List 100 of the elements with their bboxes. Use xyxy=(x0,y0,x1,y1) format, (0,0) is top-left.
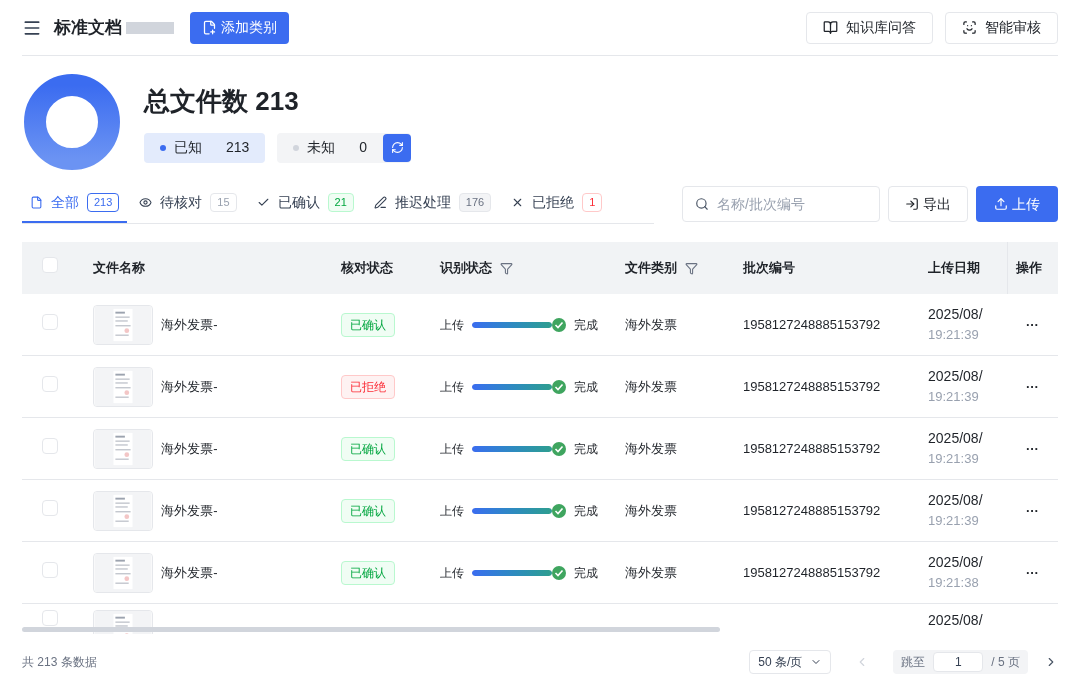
book-icon xyxy=(823,20,838,35)
filter-tab[interactable]: 待核对 15 xyxy=(131,184,245,223)
more-button[interactable]: ··· xyxy=(1025,562,1039,583)
refresh-button[interactable] xyxy=(383,133,412,162)
file-name[interactable]: 海外发票- xyxy=(161,376,218,397)
filter-tab[interactable]: 全部 213 xyxy=(22,184,128,223)
page-size-select[interactable]: 50 条/页 xyxy=(749,650,832,674)
file-name[interactable]: 海外发票- xyxy=(161,314,218,335)
tab-icon xyxy=(373,196,387,209)
upload-date: 2025/08/ xyxy=(928,611,984,630)
search-box[interactable]: 名称/批次编号 xyxy=(682,186,880,222)
column-header: 文件名称 xyxy=(93,259,146,278)
checkbox[interactable] xyxy=(42,375,58,392)
filter-icon[interactable] xyxy=(499,261,513,275)
file-category: 海外发票 xyxy=(624,440,677,456)
upload-date: 2025/08/ xyxy=(928,491,984,511)
batch-number: 1958127248885153792 xyxy=(742,564,881,580)
batch-number: 1958127248885153792 xyxy=(742,378,881,394)
recognition-end: 完成 xyxy=(573,440,598,458)
file-category: 海外发票 xyxy=(624,502,677,518)
upload-button[interactable]: 上传 xyxy=(976,186,1058,222)
review-status: 已拒绝 xyxy=(341,374,396,399)
file-name[interactable]: 海外发票- xyxy=(161,562,218,583)
upload-date: 2025/08/ xyxy=(928,367,984,387)
scrollbar[interactable] xyxy=(22,627,720,632)
tab-count: 176 xyxy=(458,193,492,212)
column-header: 核对状态 xyxy=(341,259,394,278)
checkbox[interactable] xyxy=(42,257,58,274)
upload-time: 19:21:39 xyxy=(928,326,980,345)
recognition-start: 上传 xyxy=(439,502,464,520)
column-header: 操作 xyxy=(1015,259,1042,278)
recognition-end: 完成 xyxy=(573,502,598,520)
review-status: 已确认 xyxy=(341,498,396,523)
page-title: 标准文档 xyxy=(54,16,122,39)
action-button[interactable]: 知识库问答 xyxy=(806,11,933,44)
action-button[interactable]: 智能审核 xyxy=(945,11,1058,44)
upload-time: 19:21:39 xyxy=(928,388,980,407)
tab-icon xyxy=(256,196,270,209)
review-status: 已确认 xyxy=(341,436,396,461)
checkbox[interactable] xyxy=(42,313,58,330)
tab-count: 15 xyxy=(210,193,237,212)
tab-count: 213 xyxy=(87,193,120,212)
scan-icon xyxy=(962,20,977,35)
batch-number: 1958127248885153792 xyxy=(742,502,881,518)
upload-time: 19:21:38 xyxy=(928,574,980,593)
tab-icon xyxy=(139,196,153,209)
recognition-start: 上传 xyxy=(439,316,464,334)
total-files-heading: 总文件数 213 xyxy=(144,84,300,118)
checkbox[interactable] xyxy=(42,437,58,454)
tab-count: 1 xyxy=(582,193,603,212)
file-name[interactable]: 海外发票- xyxy=(161,500,218,521)
upload-icon xyxy=(994,197,1008,211)
more-button[interactable]: ··· xyxy=(1025,376,1039,397)
search-field[interactable]: 名称/批次编号 xyxy=(716,193,867,215)
upload-date: 2025/08/ xyxy=(928,429,984,449)
checkbox[interactable] xyxy=(42,610,58,626)
check-icon xyxy=(551,565,566,580)
known-count: 213 xyxy=(226,138,250,157)
batch-number: 1958127248885153792 xyxy=(742,316,881,332)
column-header: 识别状态 xyxy=(439,259,492,278)
unknown-label: 未知 xyxy=(307,138,336,157)
check-icon xyxy=(551,441,566,456)
filter-icon[interactable] xyxy=(684,261,698,275)
upload-date: 2025/08/ xyxy=(928,305,984,325)
check-icon xyxy=(551,379,566,394)
review-status: 已确认 xyxy=(341,312,396,337)
checkbox[interactable] xyxy=(42,561,58,578)
filter-tab[interactable]: 已拒绝 1 xyxy=(503,184,611,223)
more-button[interactable]: ··· xyxy=(1025,314,1039,335)
refresh-icon xyxy=(390,141,404,154)
file-category: 海外发票 xyxy=(624,564,677,580)
recognition-start: 上传 xyxy=(439,440,464,458)
upload-time: 19:21:39 xyxy=(928,450,980,469)
upload-time: 19:21:39 xyxy=(928,512,980,531)
filter-tab[interactable]: 已确认 21 xyxy=(248,184,362,223)
more-button[interactable]: ··· xyxy=(1025,438,1039,459)
export-button[interactable]: 导出 xyxy=(888,186,968,222)
filter-tab[interactable]: 推迟处理 176 xyxy=(365,184,500,223)
redacted-block xyxy=(126,21,174,34)
total-count: 共 213 条数据 xyxy=(22,654,97,671)
checkbox[interactable] xyxy=(42,499,58,516)
recognition-start: 上传 xyxy=(439,564,464,582)
column-header: 批次编号 xyxy=(742,259,795,278)
page-input[interactable]: 1 xyxy=(933,652,984,672)
more-button[interactable]: ··· xyxy=(1025,500,1039,521)
tab-count: 21 xyxy=(327,193,354,212)
check-icon xyxy=(551,503,566,518)
jump-label: 跳至 xyxy=(901,654,926,671)
export-icon xyxy=(905,197,919,211)
file-name[interactable]: 海外发票- xyxy=(161,438,218,459)
file-category: 海外发票 xyxy=(624,316,677,332)
add-category-button[interactable]: 添加类别 xyxy=(190,11,289,44)
page-total: / 5 页 xyxy=(991,654,1020,671)
file-add-icon xyxy=(202,20,217,35)
recognition-end: 完成 xyxy=(573,316,598,334)
search-icon xyxy=(695,196,709,212)
column-header: 上传日期 xyxy=(927,259,980,278)
recognition-start: 上传 xyxy=(439,378,464,396)
review-status: 已确认 xyxy=(341,560,396,585)
upload-date: 2025/08/ xyxy=(928,553,984,573)
